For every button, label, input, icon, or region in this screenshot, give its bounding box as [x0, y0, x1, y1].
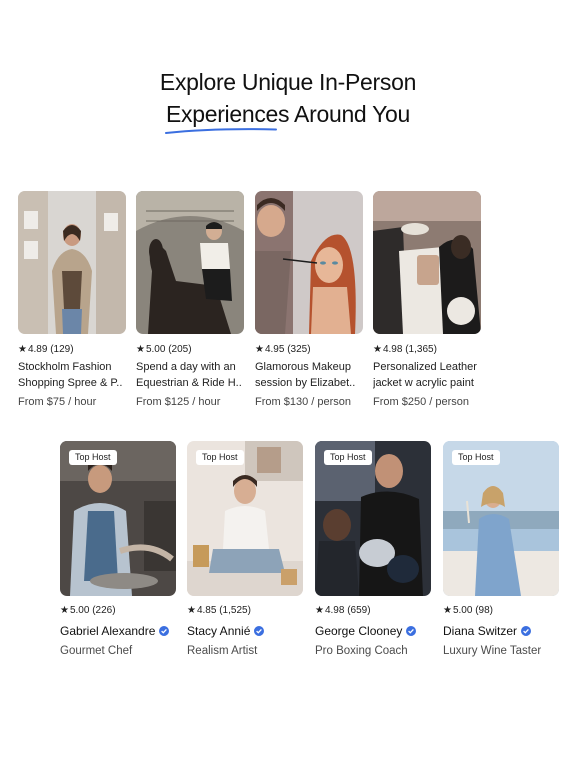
- experience-title[interactable]: Personalized Leather jacket w acrylic pai…: [373, 359, 485, 391]
- host-role: Realism Artist: [187, 645, 258, 657]
- experience-photo-equestrian[interactable]: [136, 191, 244, 334]
- page-title: Explore Unique In-Person Experiences Aro…: [0, 66, 576, 130]
- verified-badge-icon: [254, 626, 265, 636]
- verified-badge-icon: [159, 626, 170, 636]
- host-photo-stacy[interactable]: Top Host: [187, 441, 303, 596]
- host-rating: ★5.00 (98): [443, 605, 493, 616]
- star-icon: ★: [255, 344, 264, 355]
- experience-rating: ★4.95 (325): [255, 344, 311, 355]
- top-host-badge: Top Host: [452, 450, 500, 465]
- host-role: Gourmet Chef: [60, 645, 133, 657]
- experience-title[interactable]: Stockholm Fashion Shopping Spree & P..: [18, 359, 130, 391]
- star-icon: ★: [315, 605, 324, 616]
- title-underline-accent: [165, 128, 277, 134]
- experience-photo-fashion[interactable]: [18, 191, 126, 334]
- host-rating: ★4.85 (1,525): [187, 605, 251, 616]
- experience-title[interactable]: Glamorous Makeup session by Elizabet..: [255, 359, 367, 391]
- host-name[interactable]: Diana Switzer: [443, 624, 532, 638]
- verified-badge-icon: [406, 626, 417, 636]
- verified-badge-icon: [521, 626, 532, 636]
- top-host-badge: Top Host: [69, 450, 117, 465]
- experience-photo-makeup[interactable]: [255, 191, 363, 334]
- host-photo-gabriel[interactable]: Top Host: [60, 441, 176, 596]
- star-icon: ★: [443, 605, 452, 616]
- star-icon: ★: [136, 344, 145, 355]
- page-title-line2: Experiences Around You: [165, 101, 411, 127]
- star-icon: ★: [18, 344, 27, 355]
- experience-title[interactable]: Spend a day with an Equestrian & Ride H..: [136, 359, 248, 391]
- experience-rating: ★4.89 (129): [18, 344, 74, 355]
- host-role: Pro Boxing Coach: [315, 645, 408, 657]
- star-icon: ★: [373, 344, 382, 355]
- host-rating: ★4.98 (659): [315, 605, 371, 616]
- host-name[interactable]: Stacy Annié: [187, 624, 265, 638]
- top-host-badge: Top Host: [324, 450, 372, 465]
- host-photo-george[interactable]: Top Host: [315, 441, 431, 596]
- star-icon: ★: [187, 605, 196, 616]
- host-name[interactable]: Gabriel Alexandre: [60, 624, 170, 638]
- star-icon: ★: [60, 605, 69, 616]
- experience-price: From $75 / hour: [18, 396, 97, 408]
- experience-price: From $125 / hour: [136, 396, 221, 408]
- host-photo-diana[interactable]: Top Host: [443, 441, 559, 596]
- host-role: Luxury Wine Taster: [443, 645, 542, 657]
- experience-photo-leather[interactable]: [373, 191, 481, 334]
- host-name[interactable]: George Clooney: [315, 624, 417, 638]
- top-host-badge: Top Host: [196, 450, 244, 465]
- experience-price: From $130 / person: [255, 396, 351, 408]
- experience-rating: ★5.00 (205): [136, 344, 192, 355]
- experience-price: From $250 / person: [373, 396, 469, 408]
- page-title-line1: Explore Unique In-Person: [159, 69, 417, 95]
- experience-rating: ★4.98 (1,365): [373, 344, 437, 355]
- host-rating: ★5.00 (226): [60, 605, 116, 616]
